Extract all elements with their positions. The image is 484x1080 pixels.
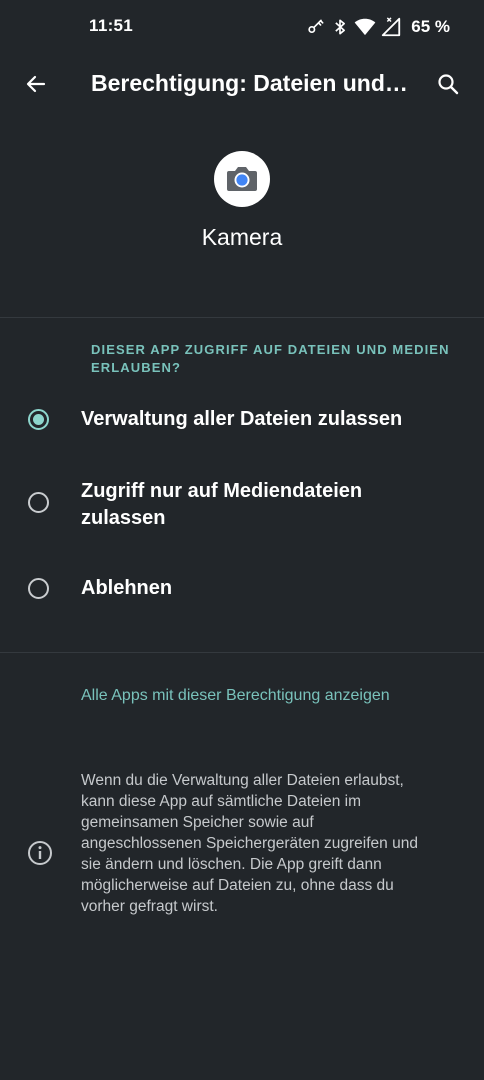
radio-button[interactable] (28, 492, 49, 513)
camera-app-icon (214, 151, 270, 207)
option-deny[interactable]: Ablehnen (0, 564, 484, 614)
status-time: 11:51 (89, 16, 134, 35)
back-button[interactable] (14, 62, 58, 106)
option-label: Zugriff nur auf Mediendateien zulassen (81, 480, 363, 529)
option-label: Ablehnen (81, 577, 173, 599)
wifi-icon (354, 18, 376, 36)
status-bar: 11:51 65 % (0, 0, 484, 56)
page-title: Berechtigung: Dateien und Medien (91, 70, 411, 96)
option-allow-all-files[interactable]: Verwaltung aller Dateien zulassen (0, 395, 484, 445)
bluetooth-icon (332, 17, 348, 37)
cellular-signal-icon (380, 16, 402, 38)
info-icon (28, 841, 52, 865)
divider (0, 652, 484, 653)
status-icons: 65 % (306, 14, 450, 40)
divider (0, 317, 484, 318)
app-name: Kamera (201, 224, 283, 250)
radio-button[interactable] (28, 578, 49, 599)
battery-level: 65 % (411, 17, 450, 36)
vpn-key-icon (306, 17, 326, 37)
search-icon (438, 74, 459, 95)
search-button[interactable] (426, 62, 470, 106)
arrow-back-icon (26, 75, 46, 93)
option-media-only[interactable]: Zugriff nur auf Mediendateien zulassen (0, 470, 484, 538)
option-label: Verwaltung aller Dateien zulassen (81, 408, 403, 430)
info-text: Wenn du die Verwaltung aller Dateien erl… (81, 772, 418, 915)
app-bar: Berechtigung: Dateien und Medien (0, 56, 484, 112)
radio-button-selected[interactable] (28, 409, 49, 430)
section-header: DIESER APP ZUGRIFF AUF DATEIEN UND MEDIE… (91, 342, 450, 375)
see-all-apps-link[interactable]: Alle Apps mit dieser Berechtigung anzeig… (81, 685, 411, 707)
